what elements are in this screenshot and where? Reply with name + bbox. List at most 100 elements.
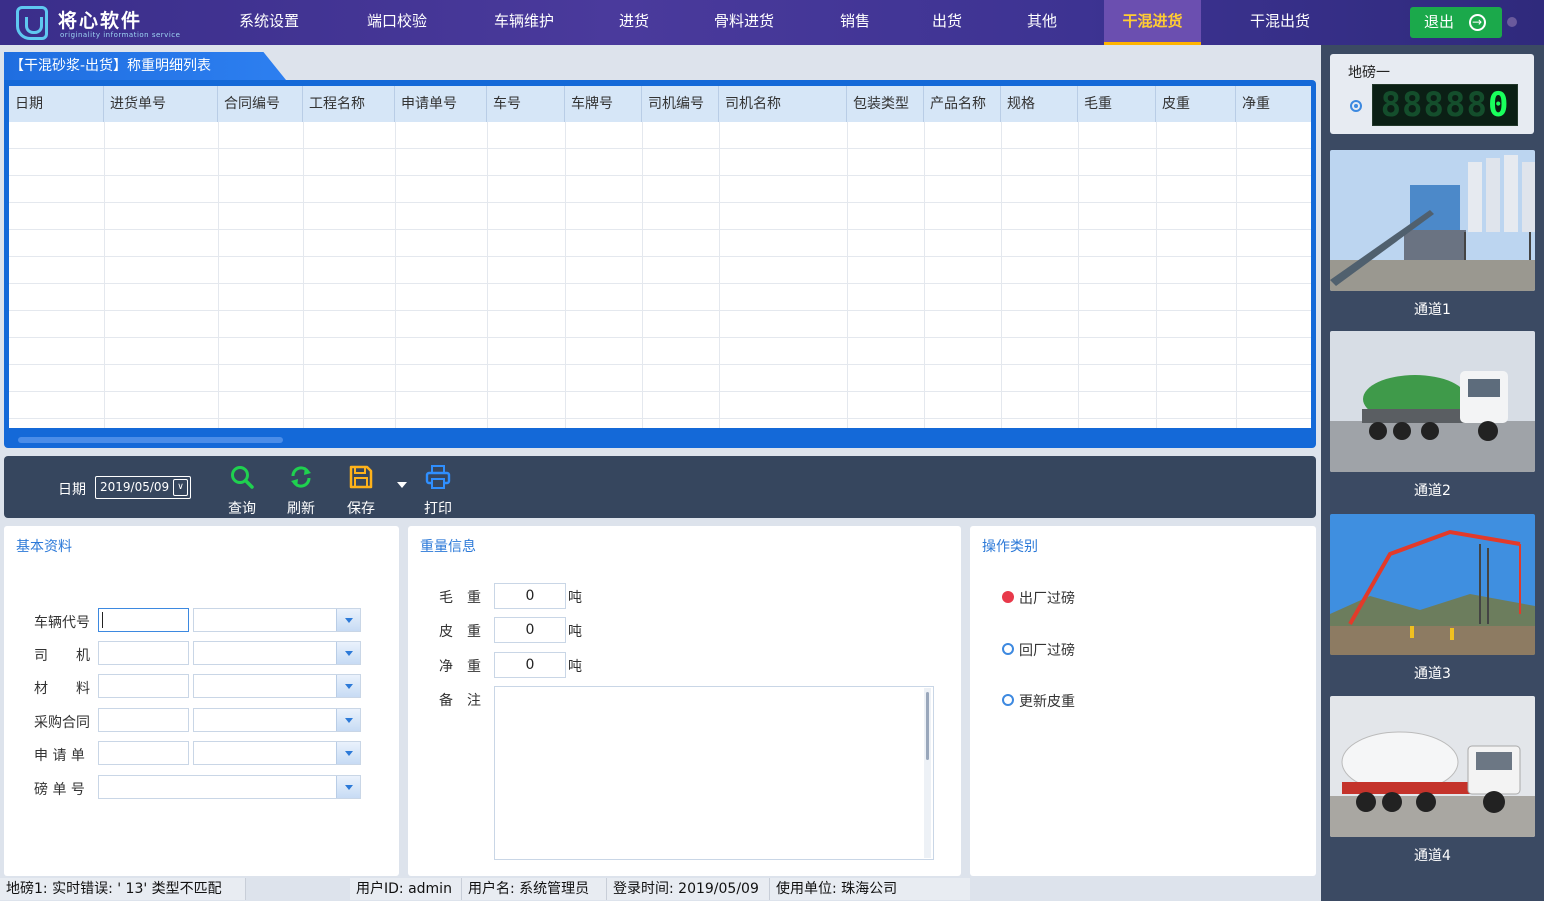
user-id-status: 用户ID: admin (350, 878, 462, 900)
save-icon (349, 465, 373, 489)
nav-sales[interactable]: 销售 (824, 0, 886, 45)
vehicle-code-select[interactable] (193, 608, 361, 632)
status-bar: 地磅1: 实时错误: ' 13' 类型不匹配 用户ID: admin 用户名: … (0, 877, 1321, 901)
camera-feed-image (1330, 150, 1535, 291)
login-time-status: 登录时间: 2019/05/09 (607, 878, 770, 900)
column-divider (924, 122, 925, 428)
table-row[interactable] (9, 284, 1311, 311)
radio-unchecked-icon (1002, 643, 1014, 655)
net-weight-field[interactable]: 0 (494, 652, 566, 678)
nav-other[interactable]: 其他 (1010, 0, 1074, 45)
nav-system-settings[interactable]: 系统设置 (218, 0, 320, 45)
nav-drymix-purchase[interactable]: 干混进货 (1104, 0, 1201, 45)
chevron-down-icon[interactable] (336, 742, 360, 764)
material-input[interactable] (98, 674, 189, 698)
nav-shipment[interactable]: 出货 (916, 0, 978, 45)
driver-select[interactable] (193, 641, 361, 665)
column-divider (1236, 122, 1237, 428)
column-header[interactable]: 车号 (487, 86, 565, 122)
column-header[interactable]: 合同编号 (218, 86, 303, 122)
tare-weight-field[interactable]: 0 (494, 617, 566, 643)
camera-channel-4[interactable]: 通道4 (1330, 696, 1535, 864)
gross-weight-field[interactable]: 0 (494, 583, 566, 609)
scale-display: 888880 (1372, 84, 1518, 126)
remark-textarea[interactable] (494, 686, 934, 860)
column-divider (1078, 122, 1079, 428)
contract-input[interactable] (98, 708, 189, 732)
column-header[interactable]: 规格 (1001, 86, 1078, 122)
print-label: 打印 (424, 501, 452, 517)
refresh-icon (291, 466, 311, 488)
channel-label: 通道2 (1414, 483, 1451, 499)
column-header[interactable]: 产品名称 (924, 86, 1001, 122)
column-divider (104, 122, 105, 428)
company-status: 使用单位: 珠海公司 (770, 878, 970, 900)
refresh-button[interactable]: 刷新 (276, 462, 326, 517)
chevron-down-icon[interactable] (336, 642, 360, 664)
table-row[interactable] (9, 122, 1311, 149)
column-header[interactable]: 净重 (1236, 86, 1311, 122)
table-row[interactable] (9, 257, 1311, 284)
table-row[interactable] (9, 311, 1311, 338)
column-header[interactable]: 司机名称 (719, 86, 847, 122)
contract-select[interactable] (193, 708, 361, 732)
chevron-down-icon[interactable] (336, 776, 360, 798)
column-header[interactable]: 皮重 (1156, 86, 1236, 122)
column-divider (303, 122, 304, 428)
request-select[interactable] (193, 741, 361, 765)
column-header[interactable]: 申请单号 (395, 86, 487, 122)
scale-error-status: 地磅1: 实时错误: ' 13' 类型不匹配 (0, 878, 246, 900)
remark-scrollbar[interactable] (924, 688, 931, 858)
table-row[interactable] (9, 338, 1311, 365)
table-row[interactable] (9, 203, 1311, 230)
channel-label: 通道1 (1414, 302, 1451, 318)
logout-button[interactable]: 退出 (1410, 7, 1502, 38)
camera-channel-2[interactable]: 通道2 (1330, 331, 1535, 499)
nav-port-check[interactable]: 端口校验 (345, 0, 449, 45)
column-header[interactable]: 日期 (9, 86, 104, 122)
table-row[interactable] (9, 230, 1311, 257)
material-select[interactable] (193, 674, 361, 698)
request-input[interactable] (98, 741, 189, 765)
print-button[interactable]: 打印 (413, 462, 463, 517)
nav-drymix-shipment[interactable]: 干混出货 (1230, 0, 1330, 45)
column-header[interactable]: 车牌号 (565, 86, 642, 122)
date-value: 2019/05/09 (100, 480, 170, 494)
query-button[interactable]: 查询 (217, 462, 267, 517)
table-row[interactable] (9, 176, 1311, 203)
date-picker[interactable]: 2019/05/09 ∨ (95, 476, 191, 499)
column-header[interactable]: 毛重 (1078, 86, 1156, 122)
save-button[interactable]: 保存 (336, 462, 386, 517)
column-header[interactable]: 司机编号 (642, 86, 719, 122)
scale-no-select[interactable] (98, 775, 361, 799)
vehicle-code-label: 车辆代号 (34, 615, 90, 631)
nav-vehicle-maintenance[interactable]: 车辆维护 (472, 0, 576, 45)
chevron-down-icon[interactable] (336, 675, 360, 697)
vehicle-code-input[interactable] (98, 608, 189, 632)
column-header[interactable]: 进货单号 (104, 86, 218, 122)
radio-label: 回厂过磅 (1019, 643, 1075, 659)
column-header[interactable]: 包装类型 (847, 86, 924, 122)
driver-input[interactable] (98, 641, 189, 665)
camera-channel-3[interactable]: 通道3 (1330, 514, 1535, 682)
chevron-down-icon[interactable] (336, 709, 360, 731)
scale-radio[interactable] (1350, 100, 1362, 112)
scrollbar-thumb[interactable] (926, 692, 929, 760)
horizontal-scrollbar[interactable] (18, 437, 283, 443)
column-header[interactable]: 工程名称 (303, 86, 395, 122)
chevron-down-icon[interactable]: ∨ (173, 479, 188, 496)
nav-aggregate-purchase[interactable]: 骨料进货 (696, 0, 792, 45)
save-label: 保存 (347, 501, 375, 517)
table-row[interactable] (9, 392, 1311, 419)
date-label: 日期 (58, 482, 86, 498)
tare-unit: 吨 (568, 624, 582, 640)
chevron-down-icon[interactable] (336, 609, 360, 631)
nav-purchase[interactable]: 进货 (602, 0, 666, 45)
radio-label: 出厂过磅 (1019, 591, 1075, 607)
operation-type-title: 操作类别 (982, 539, 1038, 555)
table-row[interactable] (9, 149, 1311, 176)
gross-weight-label: 毛 重 (439, 590, 481, 606)
table-row[interactable] (9, 365, 1311, 392)
camera-channel-1[interactable]: 通道1 (1330, 150, 1535, 318)
save-dropdown-arrow-icon[interactable] (397, 482, 407, 488)
